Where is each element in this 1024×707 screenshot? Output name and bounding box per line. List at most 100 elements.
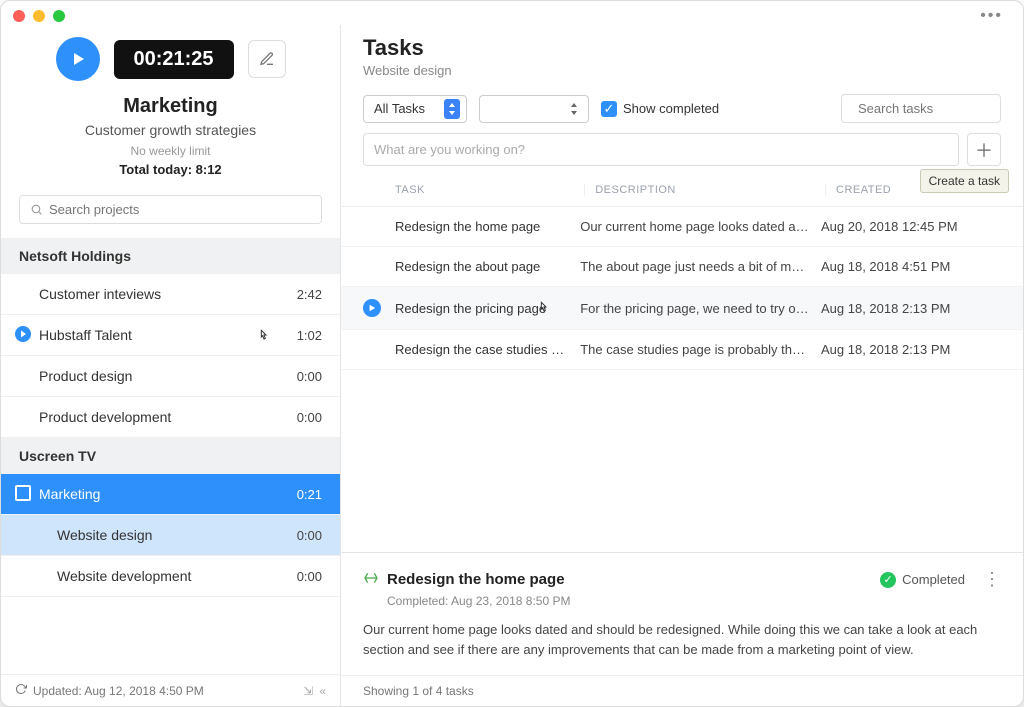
- edit-time-button[interactable]: [248, 40, 286, 78]
- weekly-limit-label: No weekly limit: [19, 144, 322, 158]
- add-task-button[interactable]: ＋: [967, 133, 1001, 166]
- last-updated-label: Updated: Aug 12, 2018 4:50 PM: [33, 684, 204, 698]
- project-group-header: Uscreen TV: [1, 438, 340, 474]
- project-time: 0:00: [297, 528, 322, 543]
- task-row[interactable]: Redesign the home page Our current home …: [341, 207, 1023, 247]
- task-description: The about page just needs a bit of makeu…: [580, 259, 821, 274]
- titlebar: •••: [1, 1, 1023, 25]
- project-name: Product development: [19, 409, 297, 425]
- play-task-button[interactable]: [363, 299, 381, 317]
- play-icon: [70, 51, 86, 67]
- task-created: Aug 18, 2018 2:13 PM: [821, 301, 1001, 316]
- tasks-filter-select[interactable]: All Tasks: [363, 95, 467, 123]
- project-item[interactable]: Customer inteviews 2:42: [1, 274, 340, 315]
- detail-completed-at: Completed: Aug 23, 2018 8:50 PM: [387, 594, 1001, 608]
- project-sub-item[interactable]: Website development 0:00: [1, 556, 340, 597]
- plus-icon: ＋: [975, 137, 993, 163]
- task-row[interactable]: Redesign the case studies pa… The case s…: [341, 330, 1023, 370]
- maximize-window-button[interactable]: [53, 10, 65, 22]
- project-item[interactable]: Product development 0:00: [1, 397, 340, 438]
- project-name: Hubstaff Talent: [19, 327, 297, 343]
- start-timer-button[interactable]: [56, 37, 100, 81]
- checkbox-checked-icon: ✓: [601, 101, 617, 117]
- search-icon: [30, 203, 43, 216]
- project-name: Marketing: [19, 486, 297, 502]
- task-detail-panel: Redesign the home page ✓ Completed ⋮ Com…: [341, 552, 1023, 675]
- project-group-header: Netsoft Holdings: [1, 238, 340, 274]
- project-item[interactable]: Hubstaff Talent 1:02: [1, 315, 340, 356]
- task-created: Aug 18, 2018 2:13 PM: [821, 342, 1001, 357]
- page-subtitle: Website design: [363, 63, 1001, 78]
- task-created: Aug 20, 2018 12:45 PM: [821, 219, 1001, 234]
- project-time: 0:00: [297, 569, 322, 584]
- detail-description: Our current home page looks dated and sh…: [363, 620, 1001, 659]
- search-tasks-field[interactable]: [858, 101, 1024, 116]
- project-time: 1:02: [297, 328, 322, 343]
- task-row[interactable]: Redesign the about page The about page j…: [341, 247, 1023, 287]
- search-tasks-input[interactable]: [841, 94, 1001, 123]
- detail-status: ✓ Completed: [880, 572, 965, 588]
- expand-icon[interactable]: ⇲: [303, 684, 313, 698]
- project-name: Product design: [19, 368, 297, 384]
- chevron-updown-icon: [444, 99, 460, 119]
- current-project-subtitle: Customer growth strategies: [19, 122, 322, 138]
- detail-more-menu[interactable]: ⋮: [983, 569, 1001, 590]
- sidebar: 00:21:25 Marketing Customer growth strat…: [1, 25, 341, 706]
- total-today-label: Total today: 8:12: [19, 162, 322, 177]
- status-label: Completed: [902, 572, 965, 587]
- main-panel: Tasks Website design All Tasks: [341, 25, 1023, 706]
- task-created: Aug 18, 2018 4:51 PM: [821, 259, 1001, 274]
- play-icon: [15, 326, 33, 345]
- show-completed-checkbox[interactable]: ✓ Show completed: [601, 101, 719, 117]
- task-name: Redesign the about page: [395, 259, 580, 274]
- timer-display: 00:21:25: [114, 40, 234, 79]
- create-task-tooltip: Create a task: [920, 169, 1009, 193]
- task-description: For the pricing page, we need to try out…: [580, 301, 821, 316]
- filter-bar: All Tasks ✓ Show completed: [341, 84, 1023, 133]
- close-window-button[interactable]: [13, 10, 25, 22]
- main-header: Tasks Website design: [341, 25, 1023, 84]
- working-on-input[interactable]: What are you working on?: [363, 133, 959, 166]
- chevron-updown-icon: [566, 99, 582, 119]
- project-name: Website development: [19, 568, 297, 584]
- search-projects-field[interactable]: [49, 202, 311, 217]
- collapse-sidebar-icon[interactable]: «: [319, 684, 326, 698]
- project-time: 0:00: [297, 369, 322, 384]
- project-item[interactable]: Product design 0:00: [1, 356, 340, 397]
- project-time: 2:42: [297, 287, 322, 302]
- task-name: Redesign the pricing page: [395, 301, 580, 316]
- edit-icon: [259, 51, 275, 67]
- sidebar-footer: Updated: Aug 12, 2018 4:50 PM ⇲ «: [1, 674, 340, 706]
- secondary-filter-select[interactable]: [479, 95, 589, 123]
- window-controls: [13, 10, 65, 22]
- task-description: The case studies page is probably the on…: [580, 342, 821, 357]
- page-title: Tasks: [363, 35, 1001, 61]
- task-name: Redesign the case studies pa…: [395, 342, 580, 357]
- project-item-selected[interactable]: Marketing 0:21: [1, 474, 340, 515]
- main-footer: Showing 1 of 4 tasks: [341, 675, 1023, 706]
- project-name: Website design: [19, 527, 297, 543]
- task-name: Redesign the home page: [395, 219, 580, 234]
- project-sub-item[interactable]: Website design 0:00: [1, 515, 340, 556]
- refresh-icon[interactable]: [15, 683, 27, 698]
- recycle-icon: [363, 570, 379, 589]
- column-task: TASK: [395, 184, 580, 196]
- column-description: DESCRIPTION: [584, 184, 817, 196]
- checkbox-label: Show completed: [623, 101, 719, 116]
- task-row[interactable]: Redesign the pricing page For the pricin…: [341, 287, 1023, 330]
- detail-title: Redesign the home page: [387, 571, 565, 588]
- project-name: Customer inteviews: [19, 286, 297, 302]
- project-time: 0:21: [297, 487, 322, 502]
- project-time: 0:00: [297, 410, 322, 425]
- check-icon: ✓: [880, 572, 896, 588]
- more-menu-icon[interactable]: •••: [980, 7, 1003, 25]
- working-on-placeholder: What are you working on?: [374, 142, 525, 157]
- search-projects-input[interactable]: [19, 195, 322, 224]
- task-description: Our current home page looks dated and sh…: [580, 219, 821, 234]
- current-project-title: Marketing: [19, 95, 322, 118]
- minimize-window-button[interactable]: [33, 10, 45, 22]
- stop-icon: [15, 485, 33, 504]
- app-window: ••• 00:21:25 Marketing Customer growth s…: [0, 0, 1024, 707]
- sidebar-header: 00:21:25 Marketing Customer growth strat…: [1, 25, 340, 185]
- select-value: All Tasks: [374, 101, 425, 116]
